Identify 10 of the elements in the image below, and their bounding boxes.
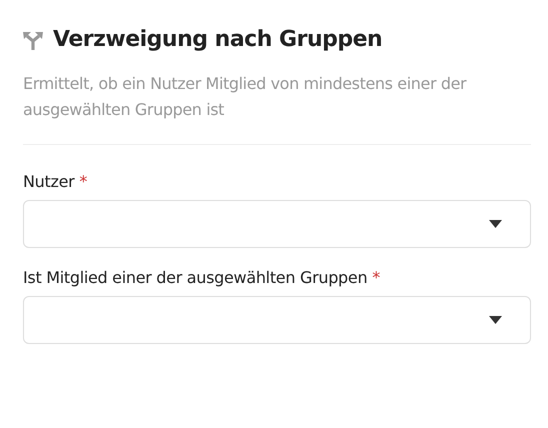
- caret-icon: [489, 220, 502, 228]
- caret-icon: [489, 316, 502, 324]
- dropdown-field[interactable]: [23, 296, 531, 344]
- dropdown-field[interactable]: [23, 200, 531, 248]
- field-label: Ist Mitglied einer der ausgewählten Gruppen: [23, 268, 368, 287]
- required-mark: *: [79, 172, 88, 191]
- required-mark: *: [372, 268, 380, 287]
- field-label: Nutzer: [23, 172, 74, 191]
- panel-title: Verzweigung nach Gruppen: [53, 27, 382, 52]
- description: Ermittelt, ob ein Nutzer Mitglied von mindestens einer der ausgewählten Gruppen ist: [23, 73, 468, 121]
